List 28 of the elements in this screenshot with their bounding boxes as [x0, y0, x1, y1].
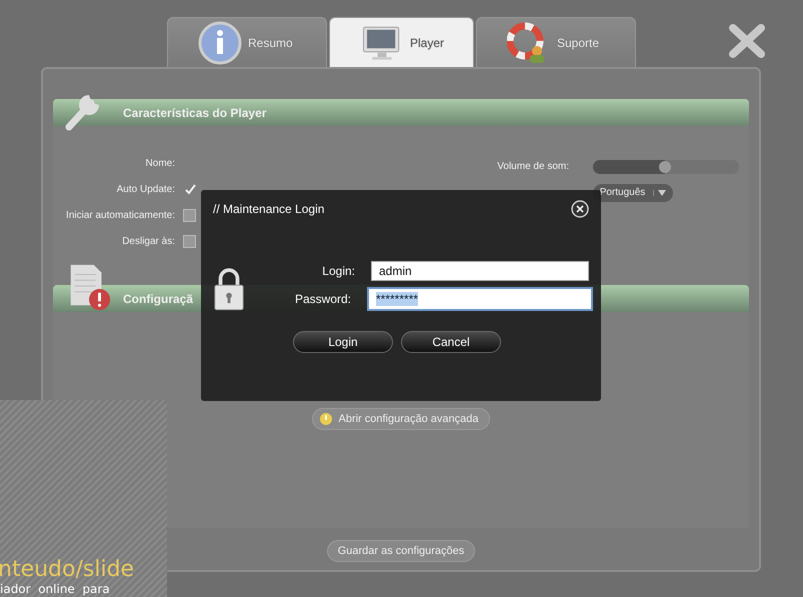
info-icon — [319, 412, 334, 426]
caret-icon — [653, 190, 666, 196]
background-heading: nteudo/slide — [0, 557, 136, 582]
field-label: Desligar às: — [122, 236, 175, 246]
language-dropdown[interactable]: Português — [593, 184, 673, 202]
background-text: iador online para — [0, 582, 111, 597]
password-label: Password: — [294, 292, 351, 306]
close-icon[interactable] — [571, 200, 589, 218]
dialog-button[interactable]: Login — [293, 331, 393, 353]
tab[interactable]: Player — [329, 17, 474, 67]
dialog-button[interactable]: Cancel — [401, 331, 501, 353]
checkbox[interactable] — [183, 208, 196, 222]
login-label: Login: — [321, 264, 355, 278]
field-label: Auto Update: — [116, 184, 175, 194]
info-icon — [198, 20, 242, 64]
tab[interactable]: Resumo — [167, 17, 327, 67]
field-label: Iniciar automaticamente: — [66, 210, 175, 220]
section-title: Configuraçã — [123, 292, 194, 306]
login-field[interactable]: admin — [371, 261, 589, 281]
section-title: Características do Player — [123, 106, 266, 120]
field-label: Nome: — [146, 158, 175, 168]
tab[interactable]: Suporte — [476, 17, 636, 67]
volume-slider[interactable] — [593, 160, 739, 174]
field-label: Volume de som: — [497, 161, 569, 172]
password-field[interactable]: ********* — [367, 287, 593, 311]
checkbox[interactable] — [183, 234, 196, 248]
dialog-title: // Maintenance Login — [213, 202, 324, 216]
checkbox[interactable] — [183, 182, 196, 196]
